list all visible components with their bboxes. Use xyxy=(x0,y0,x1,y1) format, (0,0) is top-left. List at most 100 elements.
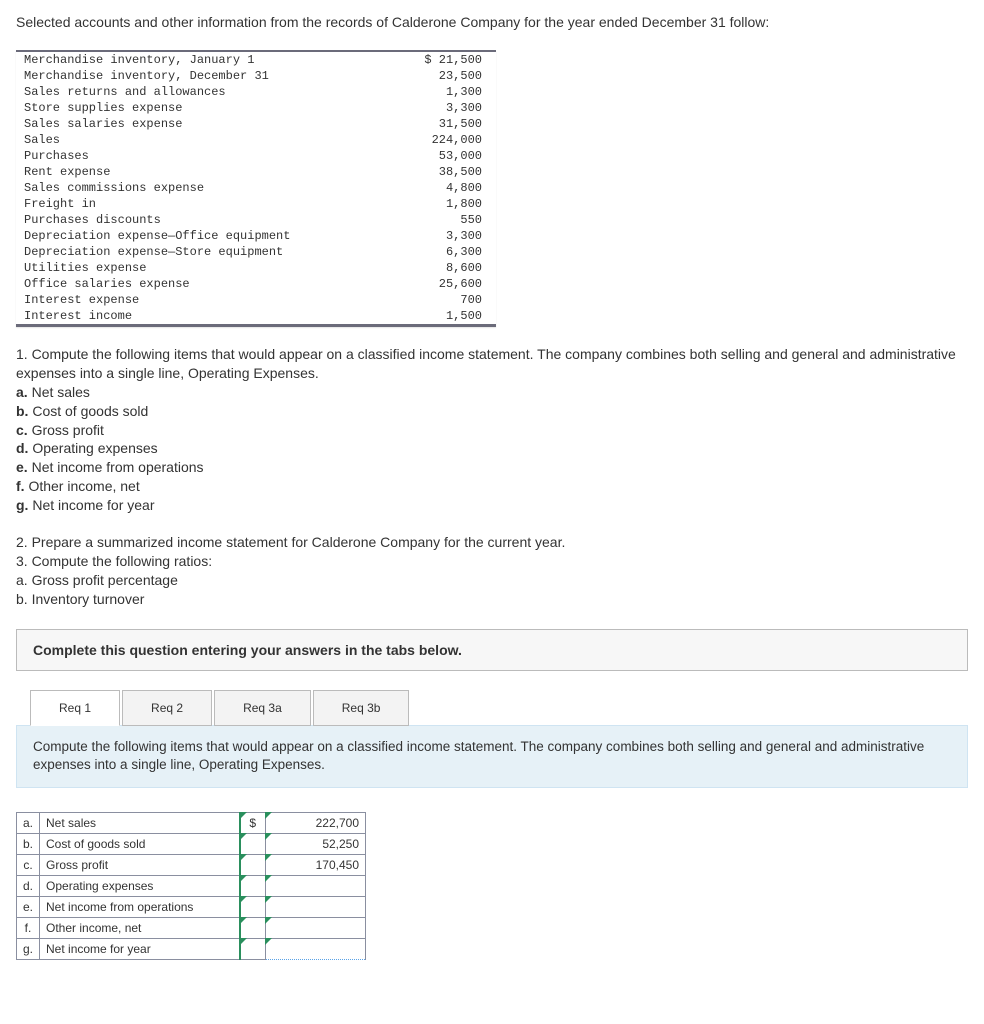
account-value: $ 21,500 xyxy=(390,52,496,68)
accounts-row: Store supplies expense3,300 xyxy=(16,100,496,116)
account-value: 3,300 xyxy=(390,228,496,244)
answer-row: b.Cost of goods sold 52,250 xyxy=(17,834,366,855)
answer-currency-cell[interactable] xyxy=(240,855,266,876)
accounts-box: Merchandise inventory, January 1$ 21,500… xyxy=(16,50,496,327)
accounts-row: Purchases53,000 xyxy=(16,148,496,164)
account-label: Sales salaries expense xyxy=(16,116,390,132)
answer-row: d.Operating expenses xyxy=(17,876,366,897)
account-value: 4,800 xyxy=(390,180,496,196)
account-label: Sales returns and allowances xyxy=(16,84,390,100)
account-value: 1,500 xyxy=(390,308,496,324)
answer-letter: b. xyxy=(17,834,40,855)
answer-row: g.Net income for year xyxy=(17,939,366,960)
account-value: 224,000 xyxy=(390,132,496,148)
accounts-row: Freight in1,800 xyxy=(16,196,496,212)
account-value: 3,300 xyxy=(390,100,496,116)
dollar-sign: $ xyxy=(247,816,260,830)
q1-lead: 1. Compute the following items that woul… xyxy=(16,346,956,381)
answer-letter: a. xyxy=(17,813,40,834)
answer-label: Cost of goods sold xyxy=(40,834,240,855)
accounts-row: Interest expense700 xyxy=(16,292,496,308)
answer-currency-cell[interactable] xyxy=(240,918,266,939)
q1-item: g. Net income for year xyxy=(16,496,968,515)
accounts-row: Rent expense38,500 xyxy=(16,164,496,180)
account-label: Utilities expense xyxy=(16,260,390,276)
answer-currency-cell[interactable]: $ xyxy=(240,813,266,834)
account-value: 31,500 xyxy=(390,116,496,132)
account-label: Purchases discounts xyxy=(16,212,390,228)
tab-req-3a[interactable]: Req 3a xyxy=(214,690,311,726)
account-value: 25,600 xyxy=(390,276,496,292)
answer-value-cell[interactable] xyxy=(266,876,366,897)
answer-letter: c. xyxy=(17,855,40,876)
answer-label: Net income from operations xyxy=(40,897,240,918)
accounts-row: Purchases discounts550 xyxy=(16,212,496,228)
accounts-row: Merchandise inventory, January 1$ 21,500 xyxy=(16,52,496,68)
accounts-row: Sales commissions expense4,800 xyxy=(16,180,496,196)
q1-item: b. Cost of goods sold xyxy=(16,402,968,421)
answer-row: e.Net income from operations xyxy=(17,897,366,918)
accounts-row: Merchandise inventory, December 3123,500 xyxy=(16,68,496,84)
q1-item: f. Other income, net xyxy=(16,477,968,496)
q3-lead: 3. Compute the following ratios: xyxy=(16,553,212,569)
accounts-row: Depreciation expense—Office equipment3,3… xyxy=(16,228,496,244)
q1-item: d. Operating expenses xyxy=(16,439,968,458)
answer-value-cell[interactable] xyxy=(266,939,366,960)
accounts-row: Sales returns and allowances1,300 xyxy=(16,84,496,100)
answer-letter: f. xyxy=(17,918,40,939)
answer-row: c.Gross profit 170,450 xyxy=(17,855,366,876)
answer-row: f.Other income, net xyxy=(17,918,366,939)
accounts-row: Depreciation expense—Store equipment6,30… xyxy=(16,244,496,260)
accounts-table: Merchandise inventory, January 1$ 21,500… xyxy=(16,52,496,324)
accounts-row: Sales salaries expense31,500 xyxy=(16,116,496,132)
account-value: 6,300 xyxy=(390,244,496,260)
q3-a: a. Gross profit percentage xyxy=(16,572,178,588)
answer-currency-cell[interactable] xyxy=(240,876,266,897)
tab-req-1[interactable]: Req 1 xyxy=(30,690,120,726)
account-label: Depreciation expense—Office equipment xyxy=(16,228,390,244)
account-value: 1,300 xyxy=(390,84,496,100)
q1-item: c. Gross profit xyxy=(16,421,968,440)
answer-label: Gross profit xyxy=(40,855,240,876)
account-label: Interest expense xyxy=(16,292,390,308)
account-label: Sales commissions expense xyxy=(16,180,390,196)
answer-label: Net sales xyxy=(40,813,240,834)
account-value: 53,000 xyxy=(390,148,496,164)
account-value: 8,600 xyxy=(390,260,496,276)
q1-item: e. Net income from operations xyxy=(16,458,968,477)
tabs: Req 1Req 2Req 3aReq 3b xyxy=(30,689,968,725)
answer-currency-cell[interactable] xyxy=(240,939,266,960)
account-value: 550 xyxy=(390,212,496,228)
complete-instructions: Complete this question entering your ans… xyxy=(16,629,968,671)
account-value: 23,500 xyxy=(390,68,496,84)
answer-value-cell[interactable]: 52,250 xyxy=(266,834,366,855)
question-3: 3. Compute the following ratios: a. Gros… xyxy=(16,552,968,609)
accounts-row: Sales224,000 xyxy=(16,132,496,148)
answer-row: a.Net sales $222,700 xyxy=(17,813,366,834)
account-label: Merchandise inventory, December 31 xyxy=(16,68,390,84)
account-label: Sales xyxy=(16,132,390,148)
answer-currency-cell[interactable] xyxy=(240,897,266,918)
account-label: Purchases xyxy=(16,148,390,164)
answer-value-cell[interactable] xyxy=(266,918,366,939)
answer-currency-cell[interactable] xyxy=(240,834,266,855)
tab-req-2[interactable]: Req 2 xyxy=(122,690,212,726)
tab-req-3b[interactable]: Req 3b xyxy=(313,690,410,726)
account-value: 38,500 xyxy=(390,164,496,180)
answer-value-cell[interactable]: 222,700 xyxy=(266,813,366,834)
account-label: Depreciation expense—Store equipment xyxy=(16,244,390,260)
account-label: Freight in xyxy=(16,196,390,212)
account-value: 1,800 xyxy=(390,196,496,212)
answer-value-cell[interactable] xyxy=(266,897,366,918)
accounts-row: Office salaries expense25,600 xyxy=(16,276,496,292)
answer-table: a.Net sales $222,700 b.Cost of goods sold 5… xyxy=(16,812,366,960)
accounts-row: Utilities expense8,600 xyxy=(16,260,496,276)
answer-value-cell[interactable]: 170,450 xyxy=(266,855,366,876)
accounts-row: Interest income1,500 xyxy=(16,308,496,324)
question-2: 2. Prepare a summarized income statement… xyxy=(16,533,968,552)
intro-text: Selected accounts and other information … xyxy=(16,14,968,30)
answer-label: Operating expenses xyxy=(40,876,240,897)
question-1: 1. Compute the following items that woul… xyxy=(16,345,968,515)
answer-label: Other income, net xyxy=(40,918,240,939)
answer-label: Net income for year xyxy=(40,939,240,960)
